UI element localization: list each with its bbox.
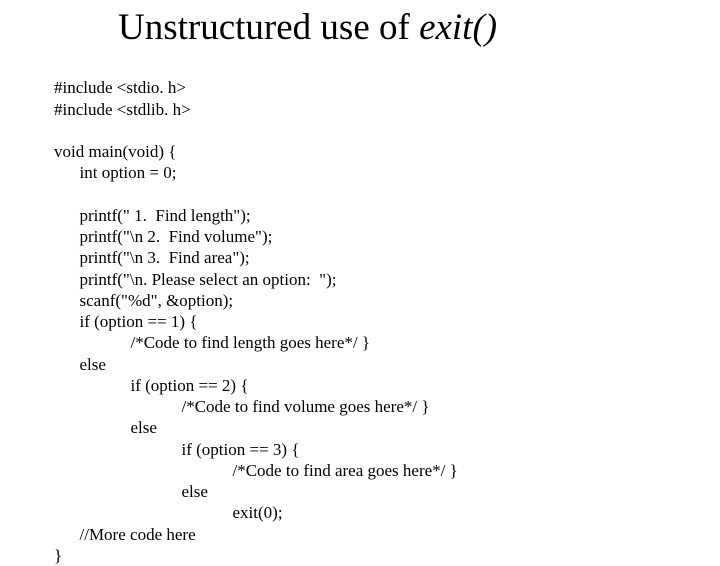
- code-line: if (option == 2) {: [54, 376, 249, 395]
- code-line: if (option == 3) {: [54, 440, 300, 459]
- code-line: printf(" 1. Find length");: [54, 206, 251, 225]
- code-line: scanf("%d", &option);: [54, 291, 233, 310]
- code-line: else: [54, 418, 157, 437]
- slide: Unstructured use of exit() #include <std…: [0, 0, 720, 540]
- code-line: printf("\n 2. Find volume");: [54, 227, 272, 246]
- code-line: /*Code to find volume goes here*/ }: [54, 397, 430, 416]
- code-line: if (option == 1) {: [54, 312, 198, 331]
- code-block: #include <stdio. h> #include <stdlib. h>…: [54, 56, 458, 566]
- code-line: /*Code to find area goes here*/ }: [54, 461, 458, 480]
- code-line: printf("\n. Please select an option: ");: [54, 270, 337, 289]
- code-line: #include <stdio. h>: [54, 78, 186, 97]
- slide-title: Unstructured use of exit(): [118, 8, 497, 49]
- code-line: }: [54, 546, 62, 565]
- code-line: else: [54, 482, 208, 501]
- code-line: exit(0);: [54, 503, 283, 522]
- code-line: else: [54, 355, 106, 374]
- title-function-name: exit(): [419, 7, 497, 48]
- code-line: #include <stdlib. h>: [54, 100, 191, 119]
- code-line: /*Code to find length goes here*/ }: [54, 333, 370, 352]
- title-text: Unstructured use of: [118, 7, 419, 48]
- code-line: printf("\n 3. Find area");: [54, 248, 250, 267]
- code-line: void main(void) {: [54, 142, 176, 161]
- code-line: int option = 0;: [54, 163, 176, 182]
- code-line: //More code here: [54, 525, 196, 544]
